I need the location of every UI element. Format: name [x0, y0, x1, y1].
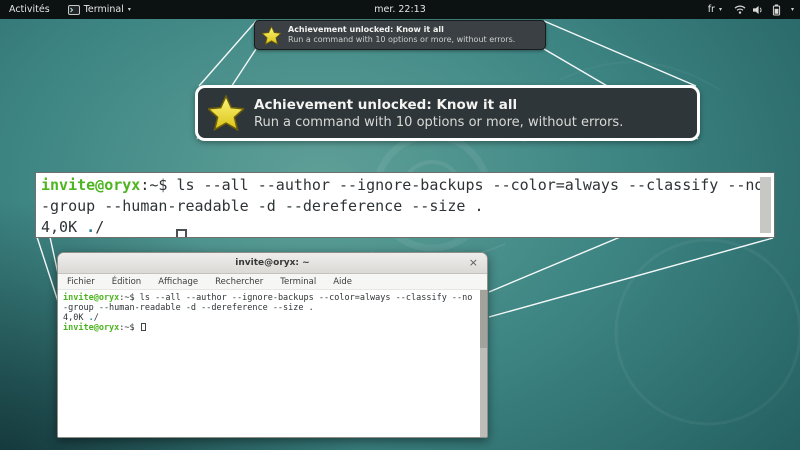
output-directory: . — [86, 218, 96, 236]
command-text: ls --all --author --ignore-backups --col… — [134, 293, 473, 303]
clock-label: mer. 22:13 — [374, 4, 426, 15]
chevron-down-icon: ▾ — [127, 6, 131, 13]
zoom-command-line-1: invite@oryx:~$ ls --all --author --ignor… — [41, 175, 763, 196]
menu-bar: Fichier Édition Affichage Rechercher Ter… — [58, 274, 487, 290]
terminal-cursor — [140, 323, 146, 331]
command-line-1: invite@oryx:~$ ls --all --author --ignor… — [63, 293, 475, 303]
prompt-suffix: :~$ — [119, 323, 135, 333]
activities-label: Activités — [9, 4, 50, 15]
chevron-down-icon: ▾ — [790, 6, 794, 13]
keyboard-layout-menu[interactable]: fr ▾ — [702, 0, 728, 19]
terminal-icon — [67, 4, 80, 15]
menu-fichier[interactable]: Fichier — [67, 277, 95, 287]
output-line: 4,0K ./ — [63, 313, 475, 323]
battery-indicator[interactable] — [768, 4, 785, 16]
window-title: invite@oryx: ~ — [235, 258, 310, 268]
star-icon — [262, 25, 281, 45]
output-classify: / — [93, 313, 99, 323]
wifi-icon — [734, 5, 746, 14]
menu-affichage[interactable]: Affichage — [158, 277, 198, 287]
prompt-suffix: :~$ — [140, 176, 168, 194]
notification-banner[interactable]: Achievement unlocked: Know it all Run a … — [254, 20, 546, 50]
output-size: 4,0K — [63, 313, 89, 323]
callout-title: Achievement unlocked: Know it all — [254, 96, 518, 113]
keyboard-layout-label: fr — [707, 4, 715, 15]
zoom-command-line-2: -group --human-readable -d --dereference… — [41, 197, 484, 215]
notification-title: Achievement unlocked: Know it all — [288, 25, 444, 34]
close-icon[interactable]: × — [469, 256, 478, 270]
prompt-suffix: :~$ — [119, 293, 135, 303]
volume-icon — [752, 5, 762, 14]
volume-indicator[interactable] — [748, 5, 768, 15]
output-size: 4,0K — [41, 218, 87, 236]
menu-edition[interactable]: Édition — [112, 277, 141, 287]
menu-rechercher[interactable]: Rechercher — [215, 277, 263, 287]
star-icon — [208, 95, 244, 131]
window-titlebar[interactable]: invite@oryx: ~ × — [58, 253, 487, 274]
system-menu-button[interactable]: ▾ — [785, 0, 800, 19]
command-line-2: -group --human-readable -d --dereference… — [63, 303, 314, 313]
notification-zoom-callout: Achievement unlocked: Know it all Run a … — [195, 85, 700, 141]
battery-icon — [772, 4, 781, 15]
prompt-user: invite@oryx — [41, 176, 141, 194]
prompt-line: invite@oryx:~$ — [63, 323, 475, 333]
menu-terminal[interactable]: Terminal — [280, 277, 316, 287]
callout-body: Run a command with 10 options or more, w… — [254, 114, 624, 130]
top-bar: Activités Terminal ▾ mer. 22:13 fr ▾ ▾ — [0, 0, 800, 19]
terminal-content[interactable]: invite@oryx:~$ ls --all --author --ignor… — [58, 290, 487, 437]
zoom-output-line: 4,0K ./ — [41, 217, 754, 237]
menu-aide[interactable]: Aide — [333, 277, 352, 287]
scrollbar[interactable] — [760, 177, 771, 233]
prompt-user: invite@oryx — [63, 293, 120, 303]
prompt-user: invite@oryx — [63, 323, 120, 333]
terminal-zoom-callout: invite@oryx:~$ ls --all --author --ignor… — [35, 172, 775, 238]
chevron-down-icon: ▾ — [718, 6, 722, 13]
command-text: ls --all --author --ignore-backups --col… — [167, 176, 764, 194]
output-classify: / — [95, 218, 105, 236]
notification-body: Run a command with 10 options or more, w… — [288, 35, 516, 44]
app-menu-label: Terminal — [83, 4, 124, 15]
activities-button[interactable]: Activités — [0, 0, 59, 19]
wifi-indicator[interactable] — [728, 4, 748, 15]
terminal-cursor — [176, 229, 187, 237]
terminal-window: invite@oryx: ~ × Fichier Édition Afficha… — [57, 252, 488, 438]
scrollbar-thumb[interactable] — [480, 290, 487, 348]
app-menu-button[interactable]: Terminal ▾ — [59, 0, 140, 19]
scrollbar[interactable] — [480, 290, 487, 437]
